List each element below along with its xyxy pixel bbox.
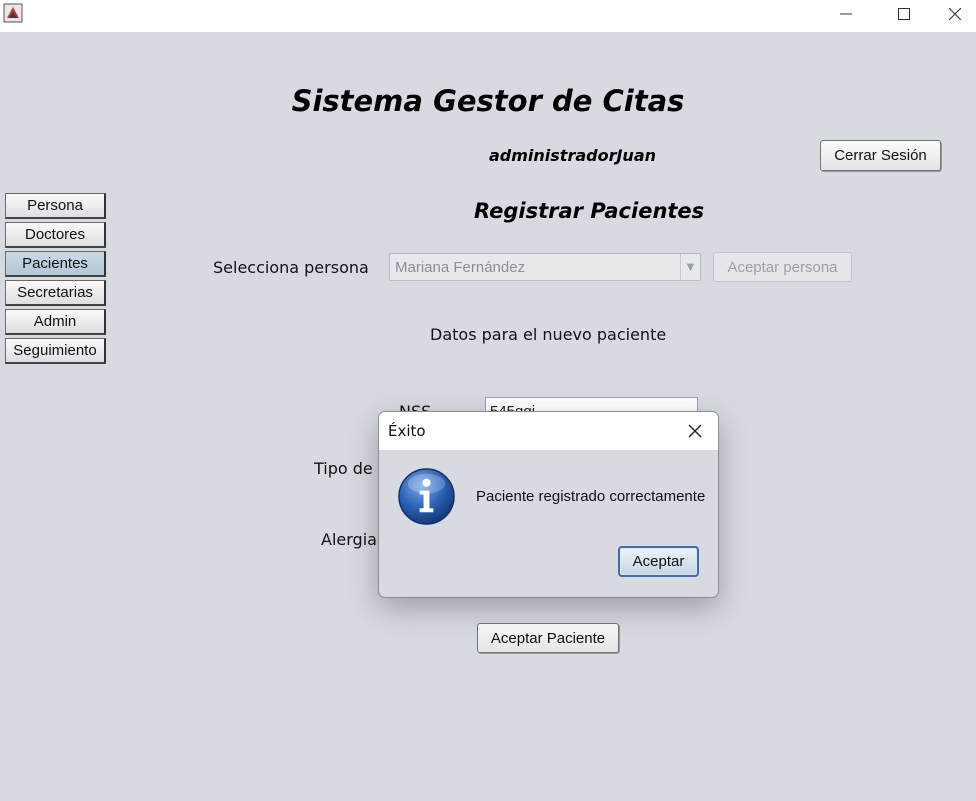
logout-button[interactable]: Cerrar Sesión xyxy=(820,140,941,171)
success-dialog: Éxito Paciente registrado correctamente … xyxy=(378,411,719,598)
nav-persona-button[interactable]: Persona xyxy=(5,193,106,219)
select-person-label: Selecciona persona xyxy=(213,258,369,277)
minimize-icon xyxy=(840,13,852,15)
username-label: administradorJuan xyxy=(489,146,657,165)
info-icon xyxy=(398,468,455,525)
app-title: Sistema Gestor de Citas xyxy=(291,84,685,118)
person-select[interactable]: Mariana Fernández ▼ xyxy=(389,253,701,281)
accept-person-button[interactable]: Aceptar persona xyxy=(713,252,852,282)
close-icon xyxy=(949,8,961,20)
blood-type-label: Tipo de xyxy=(314,459,373,478)
dialog-title: Éxito xyxy=(388,422,426,440)
window-titlebar xyxy=(0,0,976,32)
chevron-down-icon: ▼ xyxy=(680,254,700,280)
section-title: Registrar Pacientes xyxy=(474,199,705,223)
window-close-button[interactable] xyxy=(934,0,976,28)
dialog-close-button[interactable] xyxy=(684,420,706,442)
minimize-button[interactable] xyxy=(817,0,875,28)
allergies-label: Alergias xyxy=(321,530,386,549)
accept-patient-button[interactable]: Aceptar Paciente xyxy=(477,623,619,653)
nav-secretarias-button[interactable]: Secretarias xyxy=(5,280,106,306)
maximize-button[interactable] xyxy=(875,0,933,28)
dialog-ok-button[interactable]: Aceptar xyxy=(618,546,699,577)
dialog-message: Paciente registrado correctamente xyxy=(476,488,706,505)
nav-doctores-button[interactable]: Doctores xyxy=(5,222,106,248)
dialog-header: Éxito xyxy=(379,412,718,450)
person-select-value: Mariana Fernández xyxy=(395,259,526,276)
java-app-icon xyxy=(3,3,23,23)
maximize-icon xyxy=(898,8,910,20)
nav-seguimiento-button[interactable]: Seguimiento xyxy=(5,338,106,364)
nav-pacientes-button[interactable]: Pacientes xyxy=(5,251,106,277)
new-patient-heading: Datos para el nuevo paciente xyxy=(430,325,667,344)
nav-admin-button[interactable]: Admin xyxy=(5,309,106,335)
close-icon xyxy=(688,424,702,438)
